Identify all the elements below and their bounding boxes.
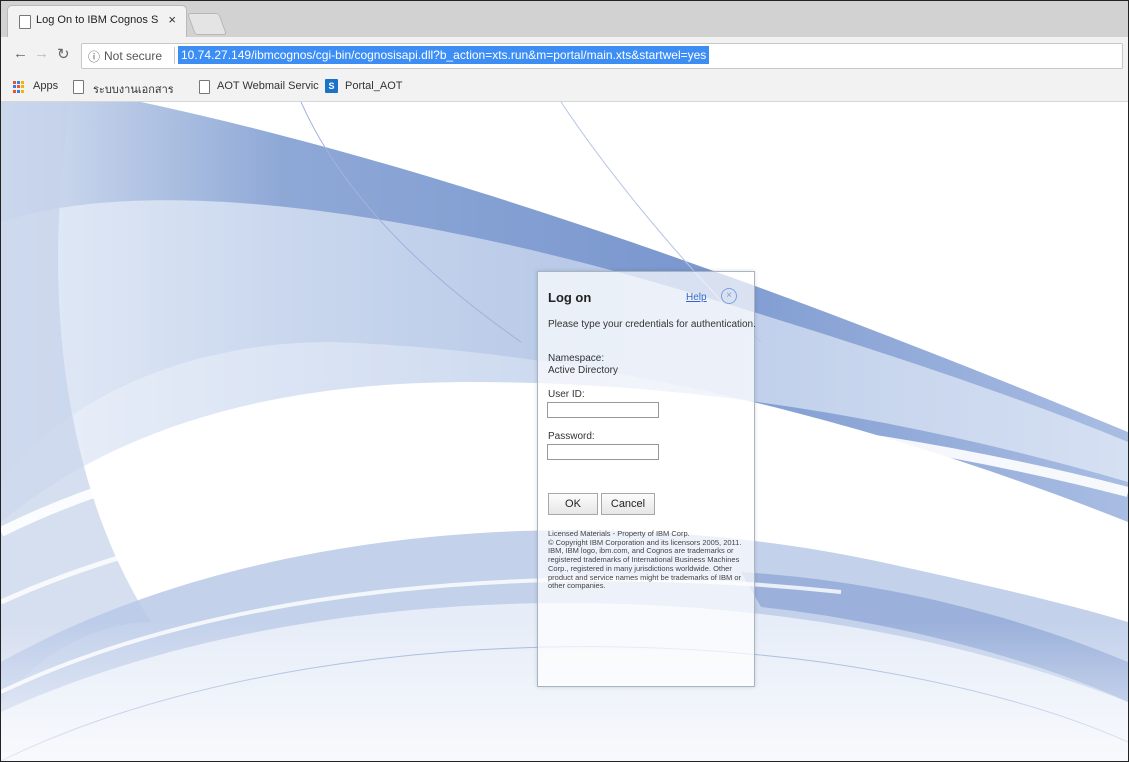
bookmark-apps[interactable]: Apps: [33, 80, 58, 92]
bookmark-portal-aot[interactable]: Portal_AOT: [345, 80, 402, 92]
security-label[interactable]: Not secure: [104, 49, 162, 63]
browser-toolbar: ← → ↻ ⓘ Not secure 10.74.27.149/ibmcogno…: [1, 37, 1128, 73]
namespace-label: Namespace:: [548, 353, 605, 364]
password-label: Password:: [548, 431, 595, 442]
password-input[interactable]: [547, 444, 659, 460]
page-icon: [199, 80, 210, 94]
browser-window: Log On to IBM Cognos S × ← → ↻ ⓘ Not sec…: [0, 0, 1129, 762]
new-tab-button[interactable]: [186, 13, 228, 35]
page-icon: [73, 80, 84, 94]
login-dialog: Log on Help × Please type your credentia…: [537, 271, 756, 687]
bookmark-aot-webmail[interactable]: AOT Webmail Servic: [217, 80, 319, 92]
info-icon[interactable]: ⓘ: [88, 48, 100, 65]
page-icon: [19, 15, 31, 29]
bookmark-doc-system[interactable]: ระบบงานเอกสารอเล็กท: [93, 80, 173, 98]
tab-strip: Log On to IBM Cognos S ×: [1, 1, 1128, 38]
back-arrow-icon[interactable]: ←: [13, 45, 28, 62]
apps-grid-icon[interactable]: [13, 81, 25, 93]
legal-notice: Licensed Materials - Property of IBM Cor…: [548, 529, 742, 591]
tab-close-icon[interactable]: ×: [168, 12, 176, 27]
instructions-text: Please type your credentials for authent…: [548, 319, 756, 330]
bookmarks-bar: Apps ระบบงานเอกสารอเล็กท AOT Webmail Ser…: [1, 73, 1128, 102]
close-icon[interactable]: ×: [721, 288, 737, 304]
userid-input[interactable]: [547, 402, 659, 418]
tab-title: Log On to IBM Cognos S: [36, 14, 159, 26]
reload-icon[interactable]: ↻: [57, 45, 70, 63]
cancel-button[interactable]: Cancel: [601, 493, 655, 515]
page-content: Log on Help × Please type your credentia…: [1, 102, 1128, 761]
ok-button[interactable]: OK: [548, 493, 598, 515]
forward-arrow-icon[interactable]: →: [34, 45, 49, 62]
url-text[interactable]: 10.74.27.149/ibmcognos/cgi-bin/cognosisa…: [178, 46, 710, 64]
address-bar[interactable]: ⓘ Not secure 10.74.27.149/ibmcognos/cgi-…: [81, 43, 1123, 69]
tab-active[interactable]: Log On to IBM Cognos S ×: [7, 5, 187, 38]
userid-label: User ID:: [548, 389, 585, 400]
divider: [174, 47, 175, 64]
namespace-value: Active Directory: [548, 365, 619, 376]
sharepoint-icon: S: [325, 79, 338, 93]
dialog-title: Log on: [548, 290, 592, 305]
help-link[interactable]: Help: [686, 292, 707, 303]
